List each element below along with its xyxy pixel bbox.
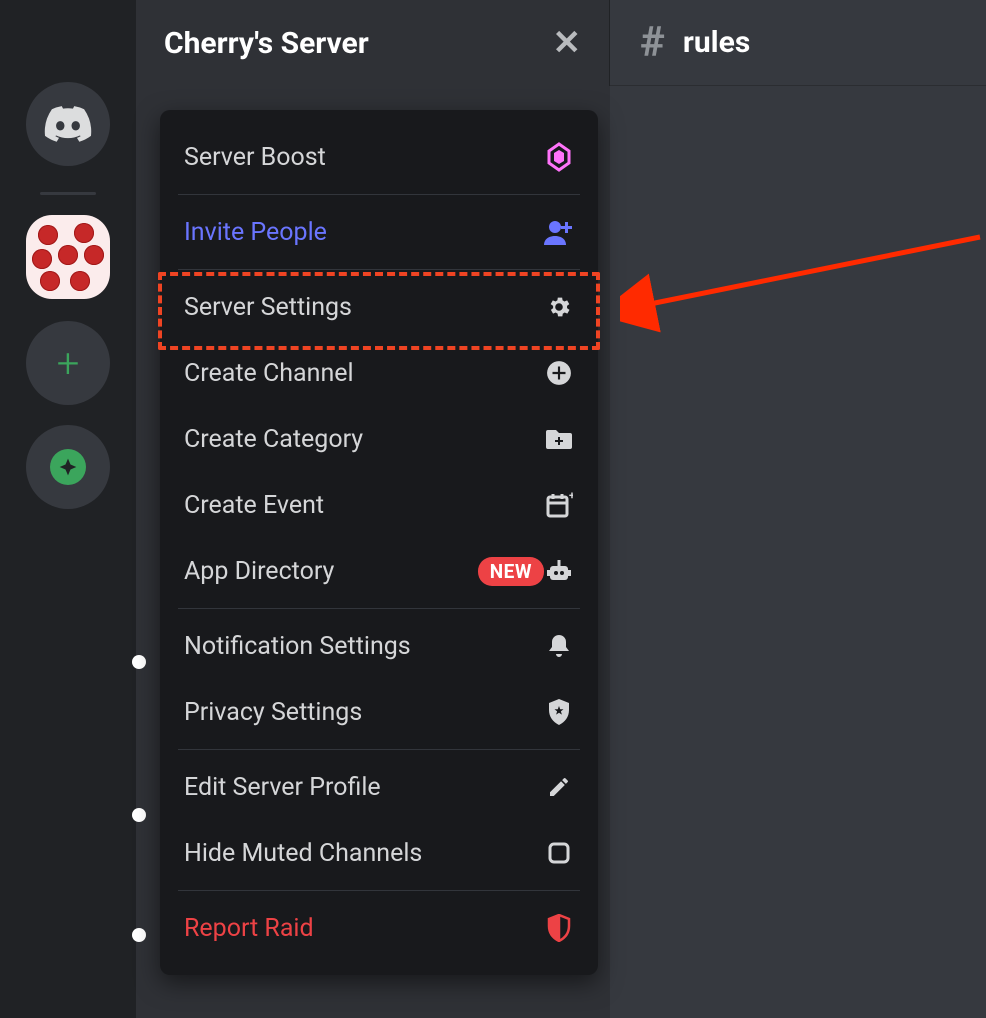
pencil-icon bbox=[544, 772, 574, 802]
menu-divider bbox=[178, 890, 580, 891]
menu-item-notification-settings[interactable]: Notification Settings bbox=[160, 613, 598, 679]
plus-icon: + bbox=[57, 340, 80, 387]
svg-text:+: + bbox=[569, 491, 573, 502]
hash-icon: # bbox=[640, 18, 665, 67]
menu-item-create-category[interactable]: Create Category bbox=[160, 406, 598, 472]
unread-indicator bbox=[132, 808, 146, 822]
server-icon-cherrys[interactable] bbox=[26, 215, 110, 299]
server-dropdown-menu: Server Boost Invite People Server Settin… bbox=[160, 110, 598, 975]
menu-label: Edit Server Profile bbox=[184, 773, 544, 802]
menu-label: Invite People bbox=[184, 218, 544, 247]
menu-label: Create Channel bbox=[184, 359, 544, 388]
menu-label: Server Settings bbox=[184, 293, 544, 322]
menu-item-invite-people[interactable]: Invite People bbox=[160, 199, 598, 265]
shield-star-icon bbox=[544, 697, 574, 727]
discord-logo-icon bbox=[44, 106, 92, 142]
menu-divider bbox=[178, 749, 580, 750]
rail-separator bbox=[40, 192, 96, 195]
unread-indicator bbox=[132, 655, 146, 669]
menu-label: App Directory bbox=[184, 557, 464, 586]
menu-item-privacy-settings[interactable]: Privacy Settings bbox=[160, 679, 598, 745]
close-dropdown-button[interactable]: ✕ bbox=[553, 23, 582, 63]
new-badge: NEW bbox=[478, 557, 544, 586]
menu-divider bbox=[178, 608, 580, 609]
boost-gem-icon bbox=[544, 142, 574, 172]
menu-label: Server Boost bbox=[184, 143, 544, 172]
add-server-button[interactable]: + bbox=[26, 321, 110, 405]
menu-item-report-raid[interactable]: Report Raid bbox=[160, 895, 598, 961]
menu-label: Create Event bbox=[184, 491, 544, 520]
shield-alert-icon bbox=[544, 913, 574, 943]
bell-icon bbox=[544, 631, 574, 661]
server-rail: + bbox=[0, 0, 136, 1018]
channel-header: # rules bbox=[610, 0, 986, 86]
menu-divider bbox=[178, 194, 580, 195]
invite-people-icon bbox=[544, 217, 574, 247]
plus-circle-icon bbox=[544, 358, 574, 388]
robot-icon bbox=[544, 556, 574, 586]
menu-item-create-event[interactable]: Create Event + bbox=[160, 472, 598, 538]
calendar-plus-icon: + bbox=[544, 490, 574, 520]
menu-item-server-boost[interactable]: Server Boost bbox=[160, 124, 598, 190]
menu-label: Report Raid bbox=[184, 914, 544, 943]
folder-plus-icon bbox=[544, 424, 574, 454]
menu-label: Hide Muted Channels bbox=[184, 839, 544, 868]
menu-item-server-settings[interactable]: Server Settings bbox=[160, 274, 598, 340]
menu-item-edit-server-profile[interactable]: Edit Server Profile bbox=[160, 754, 598, 820]
menu-label: Privacy Settings bbox=[184, 698, 544, 727]
annotation-arrow bbox=[620, 225, 986, 355]
menu-label: Create Category bbox=[184, 425, 544, 454]
gear-icon bbox=[544, 292, 574, 322]
menu-item-hide-muted-channels[interactable]: Hide Muted Channels bbox=[160, 820, 598, 886]
menu-divider bbox=[178, 269, 580, 270]
compass-icon bbox=[50, 449, 86, 485]
channel-name-label: rules bbox=[683, 25, 750, 60]
unread-indicator bbox=[132, 928, 146, 942]
menu-item-app-directory[interactable]: App Directory NEW bbox=[160, 538, 598, 604]
header-bar: Cherry's Server ✕ # rules bbox=[136, 0, 986, 86]
menu-label: Notification Settings bbox=[184, 632, 544, 661]
explore-servers-button[interactable] bbox=[26, 425, 110, 509]
server-name-header[interactable]: Cherry's Server ✕ bbox=[136, 0, 610, 86]
home-button[interactable] bbox=[26, 82, 110, 166]
checkbox-empty-icon bbox=[544, 838, 574, 868]
menu-item-create-channel[interactable]: Create Channel bbox=[160, 340, 598, 406]
server-name-label: Cherry's Server bbox=[164, 26, 369, 61]
